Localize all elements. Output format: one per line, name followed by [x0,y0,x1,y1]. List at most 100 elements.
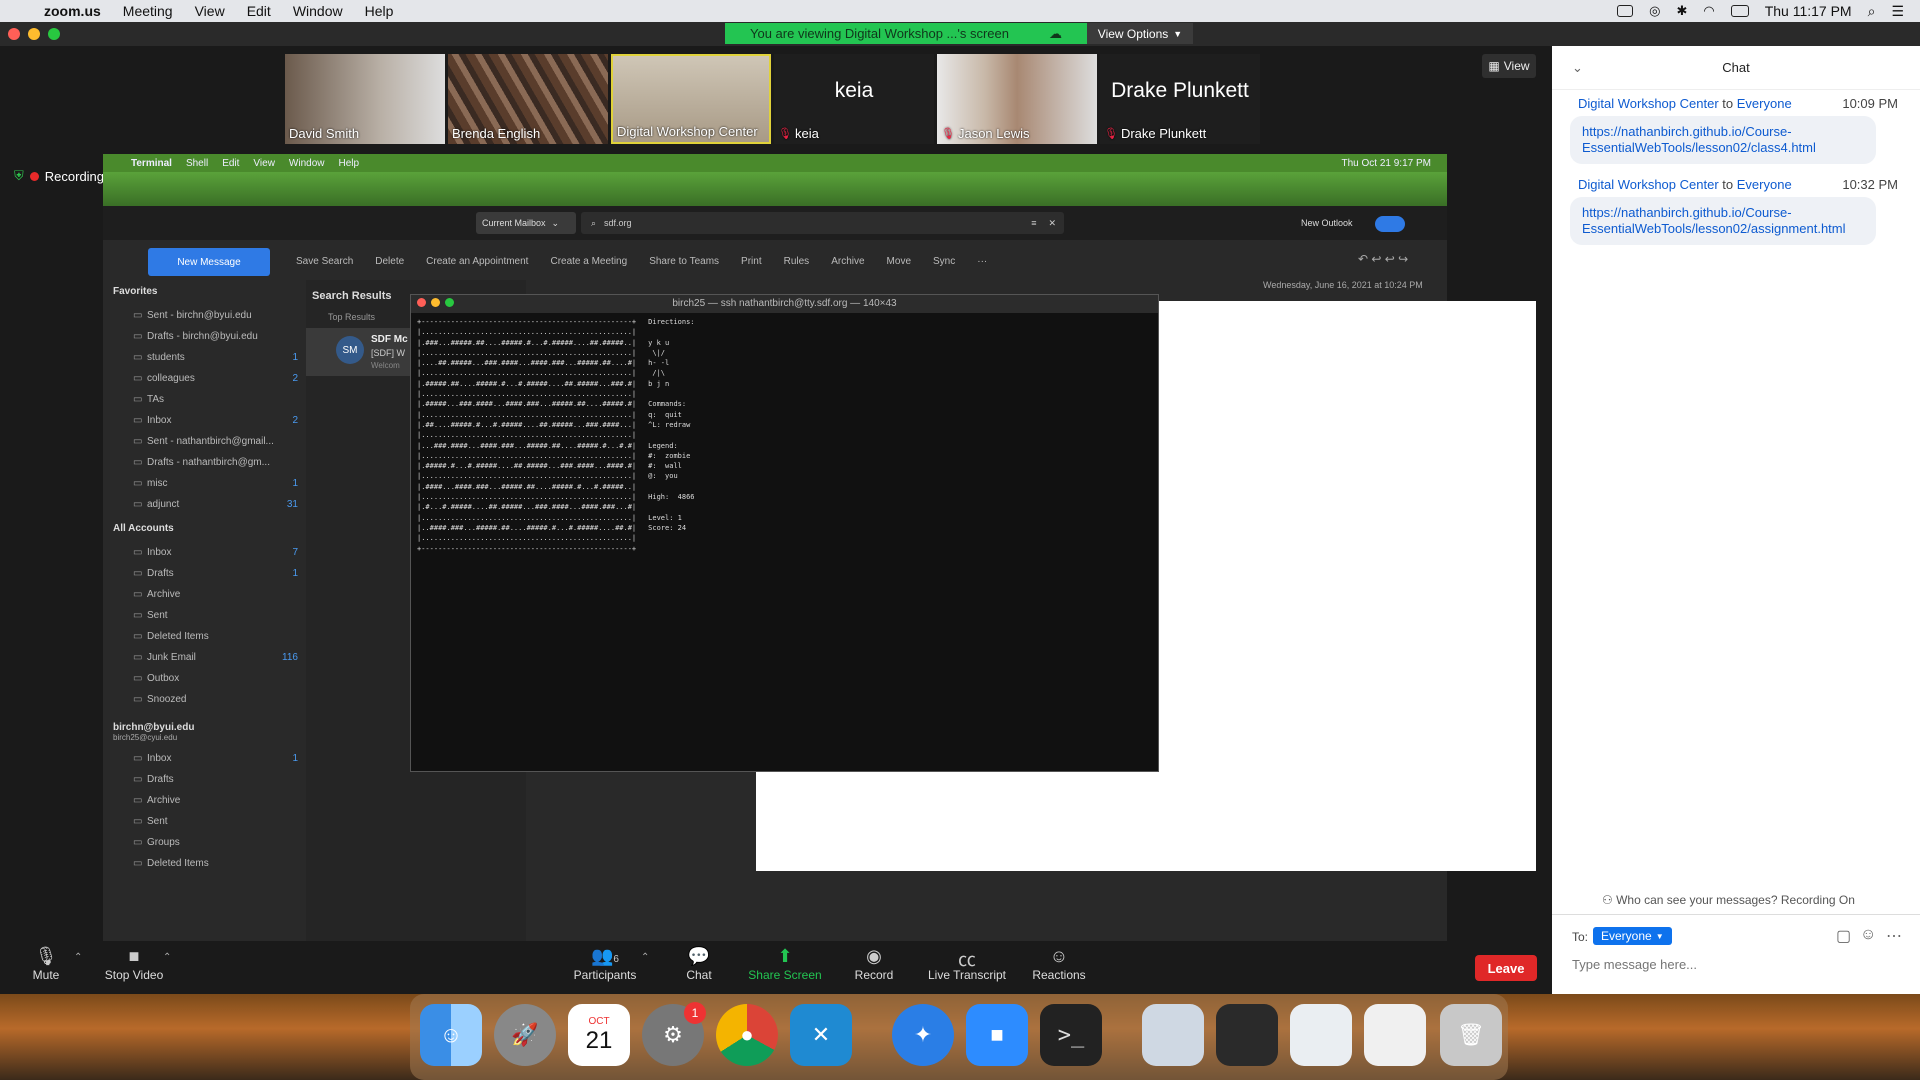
window-zoom-button[interactable] [48,28,60,40]
video-tile-keia[interactable]: keia 🎙 keia [774,54,934,144]
folder-item[interactable]: ▭ Sent [113,605,298,626]
battery-icon[interactable] [1730,5,1749,17]
video-tile-digital-workshop-center[interactable]: Digital Workshop Center [611,54,771,144]
view-options-button[interactable]: View Options ▼ [1087,23,1193,44]
view-layout-button[interactable]: ▦ View [1482,54,1536,78]
menu-help[interactable]: Help [365,3,394,19]
reactions-button[interactable]: ☺ Reactions [1009,946,1109,982]
mute-options-chevron-icon[interactable]: ⌃ [74,952,82,963]
chat-message-bubble[interactable]: https://nathanbirch.github.io/Course-Ess… [1570,116,1876,164]
folder-item[interactable]: ▭ Inbox 7 [113,542,298,563]
more-options-icon[interactable]: ⋯ [1886,926,1902,946]
folder-item[interactable]: ▭ adjunct 31 [113,494,298,515]
menubar-clock[interactable]: Thu 11:17 PM [1765,3,1852,19]
save-search-button[interactable]: Save Search [296,256,353,267]
dock-window-thumbnail-3[interactable] [1290,1004,1352,1066]
all-accounts-header[interactable]: All Accounts [113,523,298,534]
filter-icon[interactable]: ≡ [1031,218,1036,228]
terminal-icon[interactable]: >_ [1040,1004,1102,1066]
folder-item[interactable]: ▭ Inbox 1 [113,748,298,769]
participants-button[interactable]: 👥6 Participants [555,946,655,982]
folder-item[interactable]: ▭ TAs [113,389,298,410]
leave-button[interactable]: Leave [1475,955,1537,981]
folder-item[interactable]: ▭ Sent [113,811,298,832]
bluetooth-icon[interactable]: ✱ [1676,3,1687,19]
terminal-content[interactable]: +---------------------------------------… [411,313,1158,558]
folder-item[interactable]: ▭ students 1 [113,347,298,368]
message-link[interactable]: https://nathanbirch.github.io/Course-Ess… [1582,205,1846,236]
create-meeting-button[interactable]: Create a Meeting [550,256,627,267]
new-message-button[interactable]: New Message [148,248,270,276]
favorites-header[interactable]: Favorites [113,286,298,297]
creative-cloud-icon[interactable]: ◎ [1649,3,1660,19]
collapse-chevron-icon[interactable]: ⌄ [1572,60,1583,76]
terminal-zoom-button[interactable] [445,298,454,307]
record-button[interactable]: ◉ Record [824,946,924,982]
folder-item[interactable]: ▭ Deleted Items [113,626,298,647]
folder-item[interactable]: ▭ Sent - nathantbirch@gmail... [113,431,298,452]
clear-search-icon[interactable]: ✕ [1048,218,1056,229]
control-center-icon[interactable]: ☰ [1891,3,1904,20]
zoom-status-icon[interactable] [1617,5,1634,17]
menu-view[interactable]: View [195,3,225,19]
folder-item[interactable]: ▭ Groups [113,832,298,853]
zoom-icon[interactable]: ■ [966,1004,1028,1066]
share-screen-button[interactable]: ⬆ Share Screen [735,946,835,982]
folder-item[interactable]: ▭ Archive [113,584,298,605]
dock-window-thumbnail-4[interactable] [1364,1004,1426,1066]
reading-actions-icons[interactable]: ↶ ↩ ↩ ↪ [1358,252,1408,266]
folder-item[interactable]: ▭ Junk Email 116 [113,647,298,668]
menu-edit[interactable]: Edit [247,3,271,19]
video-tile-drake-plunkett[interactable]: Drake Plunkett 🎙 Drake Plunkett [1100,54,1260,144]
trash-icon[interactable]: 🗑 [1440,1004,1502,1066]
new-outlook-toggle[interactable] [1375,216,1405,232]
visibility-notice[interactable]: ⚇ Who can see your messages? Recording O… [1602,893,1855,907]
folder-item[interactable]: ▭ colleagues 2 [113,368,298,389]
video-tile-brenda-english[interactable]: Brenda English [448,54,608,144]
mail-search-input[interactable]: ⌕ sdf.org ≡ ✕ [581,212,1064,234]
finder-icon[interactable]: ☺ [420,1004,482,1066]
chrome-icon[interactable]: ● [716,1004,778,1066]
calendar-icon[interactable]: OCT 21 [568,1004,630,1066]
mailbox-select[interactable]: Current Mailbox ⌄ [476,212,576,234]
window-minimize-button[interactable] [28,28,40,40]
wifi-icon[interactable]: ◠ [1703,3,1714,19]
window-close-button[interactable] [8,28,20,40]
menu-meeting[interactable]: Meeting [123,3,173,19]
folder-item[interactable]: ▭ misc 1 [113,473,298,494]
folder-item[interactable]: ▭ Snoozed [113,689,298,710]
launchpad-icon[interactable]: 🚀 [494,1004,556,1066]
file-icon[interactable]: ▢ [1836,926,1851,946]
menu-window[interactable]: Window [293,3,343,19]
terminal-close-button[interactable] [417,298,426,307]
spotlight-search-icon[interactable]: ⌕ [1868,3,1876,20]
terminal-minimize-button[interactable] [431,298,440,307]
video-options-chevron-icon[interactable]: ⌃ [163,952,171,963]
folder-item[interactable]: ▭ Drafts [113,769,298,790]
folder-item[interactable]: ▭ Inbox 2 [113,410,298,431]
live-transcript-button[interactable]: ㏄ Live Transcript [917,946,1017,982]
emoji-icon[interactable]: ☺ [1860,926,1876,944]
video-tile-david-smith[interactable]: David Smith [285,54,445,144]
folder-item[interactable]: ▭ Drafts - birchn@byui.edu [113,326,298,347]
folder-item[interactable]: ▭ Archive [113,790,298,811]
chat-button[interactable]: 💬 Chat [649,946,749,982]
dock-window-thumbnail-2[interactable] [1216,1004,1278,1066]
account-name[interactable]: birchn@byui.edu [113,722,298,733]
create-appointment-button[interactable]: Create an Appointment [426,256,528,267]
delete-button[interactable]: Delete [375,256,404,267]
message-link[interactable]: https://nathanbirch.github.io/Course-Ess… [1582,124,1816,155]
folder-item[interactable]: ▭ Drafts - nathantbirch@gm... [113,452,298,473]
folder-item[interactable]: ▭ Deleted Items [113,853,298,874]
chat-message-bubble[interactable]: https://nathanbirch.github.io/Course-Ess… [1570,197,1876,245]
video-tile-jason-lewis[interactable]: 🎙 Jason Lewis [937,54,1097,144]
recipient-select[interactable]: Everyone ▼ [1593,927,1672,945]
chat-message-input[interactable] [1572,952,1902,976]
vscode-icon[interactable]: ✕ [790,1004,852,1066]
folder-item[interactable]: ▭ Sent - birchn@byui.edu [113,305,298,326]
app-menu[interactable]: zoom.us [44,3,101,19]
safari-icon[interactable]: ✦ [892,1004,954,1066]
folder-item[interactable]: ▭ Drafts 1 [113,563,298,584]
dock-window-thumbnail-1[interactable] [1142,1004,1204,1066]
folder-item[interactable]: ▭ Outbox [113,668,298,689]
